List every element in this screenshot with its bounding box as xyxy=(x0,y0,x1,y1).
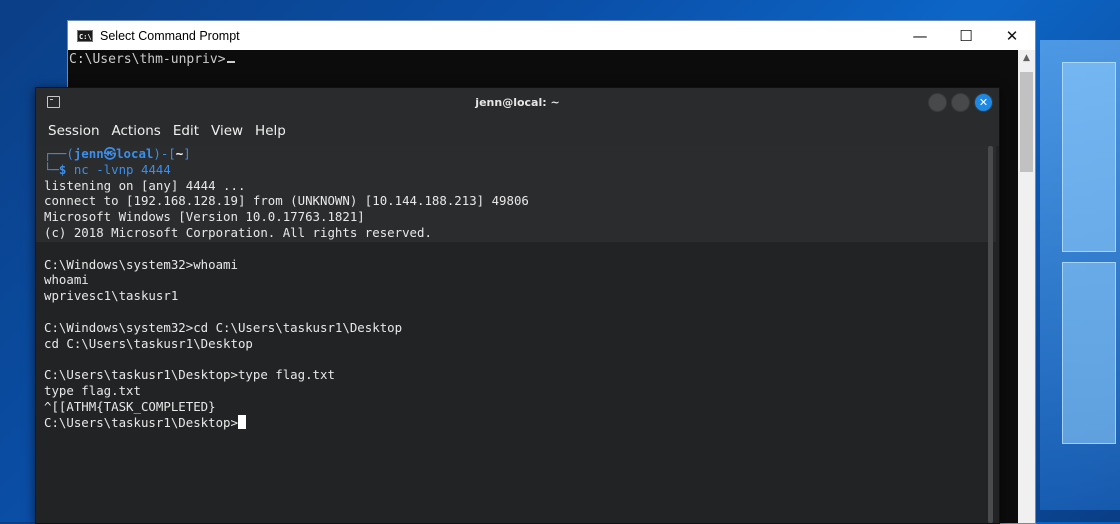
menu-actions[interactable]: Actions xyxy=(112,123,161,139)
cmd-icon: C:\ xyxy=(77,29,93,42)
prompt-line-2: └─$ nc -lvnp 4444 xyxy=(44,161,171,177)
prompt-command: nc -lvnp 4444 xyxy=(73,161,171,177)
output-line: cd C:\Users\taskusr1\Desktop xyxy=(44,335,253,351)
minimize-button[interactable]: — xyxy=(897,21,943,50)
close-button[interactable]: ✕ xyxy=(989,21,1035,50)
output-line: wprivesc1\taskusr1 xyxy=(44,288,179,304)
menu-help[interactable]: Help xyxy=(255,123,286,139)
cmd-title-bar[interactable]: C:\ Select Command Prompt — ☐ ✕ xyxy=(68,21,1035,50)
cmd-prompt-line: C:\Users\thm-unpriv> xyxy=(69,52,226,67)
terminal-title-bar[interactable]: jenn@local: ~ ✕ xyxy=(36,88,999,116)
terminal-cursor xyxy=(237,414,246,429)
output-line: ^[[ATHM{TASK_COMPLETED} xyxy=(44,398,216,414)
prompt-user: jenn xyxy=(73,146,104,161)
terminal-scrollbar[interactable] xyxy=(988,146,993,523)
prompt-host: local xyxy=(116,146,154,161)
cmd-scroll-thumb[interactable] xyxy=(1020,72,1033,172)
prompt-at: ㉿ xyxy=(103,146,117,161)
output-line: (c) 2018 Microsoft Corporation. All righ… xyxy=(44,224,432,240)
final-prompt-line: C:\Users\taskusr1\Desktop> xyxy=(44,414,973,431)
cmd-scrollbar[interactable]: ▲ xyxy=(1018,50,1035,523)
prompt-line-1: ┌──(jenn㉿local)-[~] xyxy=(44,146,191,161)
windows-logo-pane xyxy=(1062,262,1116,444)
terminal-menu-bar: Session Actions Edit View Help xyxy=(36,116,999,146)
windows-logo-pane xyxy=(1062,62,1116,252)
output-line: connect to [192.168.128.19] from (UNKNOW… xyxy=(44,193,529,209)
menu-edit[interactable]: Edit xyxy=(173,123,199,139)
output-line: C:\Windows\system32>whoami xyxy=(44,256,238,272)
output-line: C:\Windows\system32>cd C:\Users\taskusr1… xyxy=(44,319,403,335)
terminal-output[interactable]: ┌──(jenn㉿local)-[~] └─$ nc -lvnp 4444 li… xyxy=(36,146,996,523)
output-line: listening on [any] 4444 ... xyxy=(44,177,246,193)
scroll-up-icon[interactable]: ▲ xyxy=(1018,50,1035,67)
output-line: whoami xyxy=(44,272,89,288)
output-line: C:\Users\taskusr1\Desktop>type flag.txt xyxy=(44,367,335,383)
menu-view[interactable]: View xyxy=(211,123,243,139)
cmd-cursor xyxy=(226,61,235,63)
menu-session[interactable]: Session xyxy=(48,123,100,139)
maximize-button[interactable]: ☐ xyxy=(943,21,989,50)
output-line: Microsoft Windows [Version 10.0.17763.18… xyxy=(44,209,365,225)
terminal-title: jenn@local: ~ xyxy=(475,95,560,109)
cmd-window-title: Select Command Prompt xyxy=(100,28,240,43)
terminal-window[interactable]: jenn@local: ~ ✕ Session Actions Edit Vie… xyxy=(35,87,1000,524)
final-prompt: C:\Users\taskusr1\Desktop> xyxy=(44,414,238,430)
output-line: type flag.txt xyxy=(44,382,141,398)
